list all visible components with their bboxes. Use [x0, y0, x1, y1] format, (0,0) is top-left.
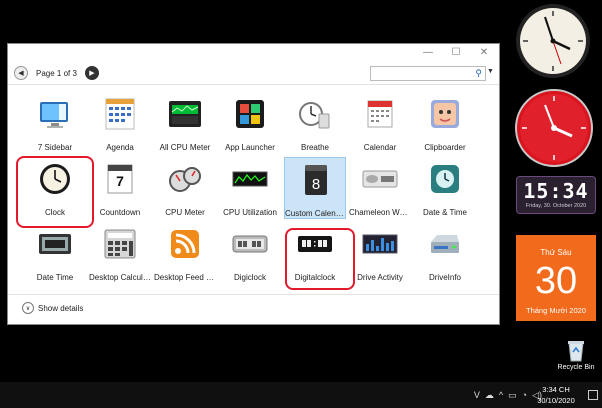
digital-clock-date: Friday, 30. October 2020 — [525, 203, 587, 209]
next-page-button[interactable]: ▶ — [84, 66, 99, 80]
gadget-7-sidebar[interactable]: 7 Sidebar — [24, 92, 86, 154]
taskbar: V ☁ ^ ▭ ◔ ◁) 3:34 CH 30/10/2020 — [0, 382, 602, 408]
highlight-digitalclock — [285, 228, 355, 290]
agenda-icon — [105, 98, 135, 130]
gadget-label: 7 Sidebar — [37, 143, 73, 152]
gadget-label: Agenda — [106, 143, 134, 152]
app-launcher-icon — [236, 100, 264, 128]
chevron-up-icon[interactable]: ^ — [499, 390, 503, 401]
weather-icon — [362, 170, 398, 188]
show-details-label: Show details — [38, 303, 84, 313]
gadget-all-cpu-meter[interactable]: All CPU Meter — [154, 92, 216, 154]
monitor-icon — [40, 102, 68, 128]
gadget-calendar[interactable]: Calendar — [349, 92, 411, 154]
gadget-label: Drive Activity — [357, 273, 403, 282]
divider — [8, 84, 499, 85]
gadget-app-launcher[interactable]: App Launcher — [219, 92, 281, 154]
gadget-breathe[interactable]: Breathe — [284, 92, 346, 154]
cloud-icon[interactable]: ☁ — [485, 390, 494, 401]
countdown-icon: 7 — [107, 164, 133, 194]
calculator-icon — [104, 229, 136, 259]
gadget-countdown[interactable]: 7 Countdown — [89, 157, 151, 219]
show-details-button[interactable]: ∨ Show details — [22, 302, 83, 314]
rss-icon — [171, 230, 199, 258]
stopwatch-icon — [299, 102, 330, 129]
digital-clock-gadget[interactable]: 15:34 Friday, 30. October 2020 — [516, 176, 596, 214]
search-icon: ⚲ — [475, 68, 482, 78]
divider — [8, 294, 499, 295]
gadget-cpu-meter[interactable]: CPU Meter — [154, 157, 216, 219]
gadget-label: CPU Utilization — [223, 208, 277, 217]
page-indicator: Page 1 of 3 — [36, 68, 77, 78]
gadget-label: Countdown — [99, 208, 141, 217]
gadget-date-time[interactable]: Date & Time — [414, 157, 476, 219]
highlight-clock — [16, 156, 94, 228]
gadget-label: Chameleon Wea... — [349, 208, 411, 217]
gadget-date-time-2[interactable]: Date Time — [24, 222, 86, 284]
minimize-button[interactable]: — — [414, 46, 442, 60]
digiclock-icon — [232, 235, 268, 253]
gadget-agenda[interactable]: Agenda — [89, 92, 151, 154]
battery-icon[interactable]: ▭ — [508, 390, 517, 401]
lcd-clock-icon — [39, 234, 71, 254]
chevron-down-icon: ∨ — [22, 302, 34, 314]
gadget-digiclock[interactable]: Digiclock — [219, 222, 281, 284]
gadget-label: Calendar — [363, 143, 397, 152]
gadget-label: Desktop Calcula... — [89, 273, 151, 282]
gadget-label: Desktop Feed R... — [154, 273, 216, 282]
gadget-desktop-calculator[interactable]: Desktop Calcula... — [89, 222, 151, 284]
recycle-bin-label: Recycle Bin — [557, 364, 595, 371]
gadget-label: CPU Meter — [165, 208, 205, 217]
hard-drive-icon — [431, 235, 459, 253]
gadget-custom-calendar[interactable]: 8 Custom Calendar — [284, 157, 347, 219]
gauge-icon — [169, 167, 201, 192]
pager: ◀ Page 1 of 3 ▶ — [14, 66, 99, 80]
recycle-bin[interactable]: Recycle Bin — [554, 338, 598, 371]
custom-calendar-icon: 8 — [305, 165, 327, 195]
gadget-driveinfo[interactable]: DriveInfo — [414, 222, 476, 284]
gadget-chameleon-weather[interactable]: Chameleon Wea... — [349, 157, 411, 219]
date-time-icon — [431, 165, 459, 193]
calendar-month: Tháng Mười 2020 — [526, 306, 586, 315]
clock-gadget[interactable] — [514, 2, 592, 80]
cpu-graph-icon — [232, 171, 268, 187]
gadget-label: Clipboarder — [424, 143, 466, 152]
gadget-clipboarder[interactable]: Clipboarder — [414, 92, 476, 154]
gadget-desktop-feed-reader[interactable]: Desktop Feed R... — [154, 222, 216, 284]
gadget-gallery-window: — ☐ ✕ ◀ Page 1 of 3 ▶ ⚲ ▼ 7 Sidebar Agen… — [8, 44, 499, 324]
calendar-day: 30 — [534, 260, 578, 302]
gadget-label: Digiclock — [233, 273, 266, 282]
gadget-label: App Launcher — [225, 143, 275, 152]
gadget-label: Breathe — [300, 143, 330, 152]
v-icon[interactable]: V — [474, 390, 480, 401]
cpu-meter-icon — [169, 101, 201, 127]
search-input[interactable]: ⚲ — [370, 66, 486, 81]
calendar-weekday: Thứ Sáu — [540, 248, 572, 257]
svg-text:7: 7 — [116, 173, 124, 189]
calendar-gadget[interactable]: Thứ Sáu 30 Tháng Mười 2020 — [516, 235, 596, 321]
gadget-label: Date & Time — [422, 208, 467, 217]
taskbar-clock[interactable]: 3:34 CH 30/10/2020 — [528, 384, 584, 406]
gadget-cpu-utilization[interactable]: CPU Utilization — [219, 157, 281, 219]
gadget-label: Date Time — [36, 273, 74, 282]
gadget-label: Custom Calendar — [285, 209, 347, 218]
recycle-bin-icon — [568, 341, 584, 362]
gadget-label: All CPU Meter — [159, 143, 211, 152]
wifi-icon[interactable]: ◔ — [522, 390, 527, 401]
gadget-label: DriveInfo — [428, 273, 461, 282]
chevron-down-icon[interactable]: ▼ — [487, 68, 494, 75]
digital-clock-time: 15:34 — [523, 179, 589, 203]
red-clock-gadget[interactable] — [514, 88, 594, 168]
taskbar-time: 3:34 CH — [542, 385, 570, 394]
svg-text:8: 8 — [312, 176, 320, 193]
notification-icon[interactable] — [588, 390, 598, 400]
calendar-icon — [367, 100, 393, 128]
taskbar-date: 30/10/2020 — [537, 396, 575, 405]
previous-page-button[interactable]: ◀ — [14, 66, 28, 80]
maximize-button[interactable]: ☐ — [442, 46, 470, 60]
gadget-drive-activity[interactable]: Drive Activity — [349, 222, 411, 284]
close-button[interactable]: ✕ — [470, 46, 498, 60]
clipboarder-icon — [431, 100, 459, 128]
drive-activity-icon — [362, 234, 398, 254]
